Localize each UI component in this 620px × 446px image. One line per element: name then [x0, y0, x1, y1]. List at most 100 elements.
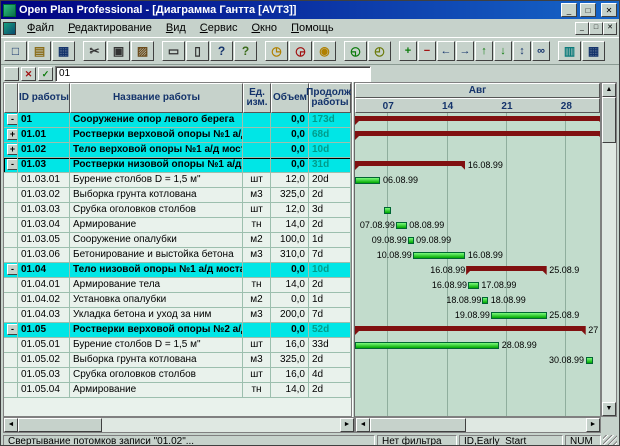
table-row[interactable]: -01.05Ростверки верховой опоры №2 а/д0,0… — [4, 323, 351, 338]
table-scroll-right-button[interactable]: ► — [340, 418, 354, 432]
table-row[interactable]: 01.05.04Армированиетн14,02d — [4, 383, 351, 398]
move-up-button[interactable]: ↑ — [475, 41, 493, 61]
vertical-scrollbar[interactable]: ▲ ▼ — [601, 82, 617, 417]
table-row[interactable]: 01.04.03Укладка бетона и уход за нимм320… — [4, 308, 351, 323]
table-row[interactable]: 01.03.03Срубка оголовков столбовшт12,03d — [4, 203, 351, 218]
close-button[interactable]: ✕ — [601, 3, 617, 17]
table-row[interactable]: -01.03Ростверки низовой опоры №1 а/д м0,… — [4, 158, 351, 173]
outdent-button[interactable]: ← — [437, 41, 455, 61]
collapse-icon[interactable]: - — [7, 324, 18, 335]
delete-activity-button[interactable]: − — [418, 41, 436, 61]
summary-bar[interactable] — [355, 116, 600, 125]
vertical-scroll-thumb[interactable] — [602, 97, 616, 143]
cell-edit-input[interactable] — [55, 66, 371, 82]
menu-item-5[interactable]: Помощь — [284, 21, 341, 35]
open-button[interactable]: ▤ — [28, 41, 51, 61]
summary-bar[interactable] — [355, 131, 600, 140]
collapse-icon[interactable]: - — [7, 159, 18, 170]
scroll-up-button[interactable]: ▲ — [602, 83, 616, 97]
child-restore-button[interactable]: □ — [589, 22, 603, 35]
table-row[interactable]: 01.04.02Установка опалубким20,01d — [4, 293, 351, 308]
add-activity-button[interactable]: + — [399, 41, 417, 61]
resize-grip[interactable] — [603, 435, 617, 446]
paste-button[interactable]: ▨ — [131, 41, 154, 61]
table-row[interactable]: 01.03.04Армированиетн14,02d — [4, 218, 351, 233]
table-row[interactable]: -01.04Тело низовой опоры №1 а/д моста0,0… — [4, 263, 351, 278]
table-row[interactable]: 01.05.03Срубка оголовков столбовшт16,04d — [4, 368, 351, 383]
table-row[interactable]: 01.03.01Бурение столбов D = 1,5 м"шт12,0… — [4, 173, 351, 188]
baseline-button[interactable]: ◴ — [368, 41, 391, 61]
help-button[interactable]: ? — [210, 41, 233, 61]
table-row[interactable]: 01.03.02Выборка грунта котлованам3325,02… — [4, 188, 351, 203]
table-row[interactable]: +01.01Ростверки верховой опоры №1 а/д0,0… — [4, 128, 351, 143]
summary-bar[interactable] — [466, 266, 547, 275]
table-row[interactable]: -01Сооружение опор левого берега0,0173d — [4, 113, 351, 128]
maximize-button[interactable]: □ — [580, 3, 596, 17]
link-button[interactable]: ∞ — [532, 41, 550, 61]
table-scroll-track[interactable] — [102, 418, 340, 432]
gantt-horizontal-scrollbar[interactable]: ◄ ► — [355, 417, 601, 433]
table-row[interactable]: 01.04.01Армирование телатн14,02d — [4, 278, 351, 293]
print-preview-button[interactable]: ▯ — [186, 41, 209, 61]
document-icon[interactable] — [3, 22, 16, 35]
task-bar[interactable] — [408, 237, 414, 244]
new-button[interactable]: □ — [4, 41, 27, 61]
collapse-icon[interactable]: - — [7, 114, 18, 125]
indent-button[interactable]: → — [456, 41, 474, 61]
table-row[interactable]: 01.03.06Бетонирование и выстойка бетонам… — [4, 248, 351, 263]
context-help-button[interactable]: ? — [234, 41, 257, 61]
print-button[interactable]: ▭ — [162, 41, 185, 61]
expand-icon[interactable]: + — [7, 129, 18, 140]
edit-selector-button[interactable] — [4, 67, 19, 81]
task-bar[interactable] — [396, 222, 407, 229]
confirm-edit-button[interactable]: ✓ — [38, 67, 53, 81]
task-bar[interactable] — [355, 342, 499, 349]
expand-icon[interactable]: + — [7, 144, 18, 155]
activity-id: 01.04.01 — [18, 278, 70, 293]
menu-item-2[interactable]: Вид — [159, 21, 193, 35]
table-horizontal-scrollbar[interactable]: ◄ ► — [3, 417, 355, 433]
child-close-button[interactable]: ✕ — [603, 22, 617, 35]
cancel-edit-button[interactable]: ✕ — [21, 67, 36, 81]
gantt-scroll-track[interactable] — [466, 418, 586, 432]
collapse-icon[interactable]: - — [7, 264, 18, 275]
summary-bar[interactable] — [355, 161, 465, 170]
task-bar[interactable] — [491, 312, 547, 319]
table-row[interactable]: +01.02Тело верховой опоры №1 а/д моста0,… — [4, 143, 351, 158]
minimize-button[interactable]: _ — [561, 3, 577, 17]
task-bar[interactable] — [586, 357, 593, 364]
move-down-button[interactable]: ↓ — [494, 41, 512, 61]
gantt-scroll-left-button[interactable]: ◄ — [356, 418, 370, 432]
menu-item-4[interactable]: Окно — [244, 21, 284, 35]
menu-item-1[interactable]: Редактирование — [61, 21, 159, 35]
table-row[interactable]: 01.05.02Выборка грунта котлованам3325,02… — [4, 353, 351, 368]
task-bar[interactable] — [355, 177, 380, 184]
table-scroll-left-button[interactable]: ◄ — [4, 418, 18, 432]
summary-bar[interactable] — [355, 326, 586, 335]
gantt-scroll-thumb[interactable] — [370, 418, 466, 432]
task-bar[interactable] — [413, 252, 466, 259]
copy-button[interactable]: ▣ — [107, 41, 130, 61]
menu-item-0[interactable]: Файл — [20, 21, 61, 35]
cut-button[interactable]: ✂ — [83, 41, 106, 61]
scroll-down-button[interactable]: ▼ — [602, 402, 616, 416]
task-bar[interactable] — [384, 207, 392, 214]
table-row[interactable]: 01.05.01Бурение столбов D = 1,5 м"шт16,0… — [4, 338, 351, 353]
schedule-button[interactable]: ◵ — [344, 41, 367, 61]
table-row[interactable]: 01.03.05Сооружение опалубким2100,01d — [4, 233, 351, 248]
save-button[interactable]: ▦ — [52, 41, 75, 61]
expand-cell: - — [4, 263, 18, 278]
cost-analysis-button[interactable]: ◉ — [313, 41, 336, 61]
child-minimize-button[interactable]: _ — [575, 22, 589, 35]
gantt-scroll-right-button[interactable]: ► — [586, 418, 600, 432]
spreadsheet-view-button[interactable]: ▦ — [582, 41, 605, 61]
time-analysis-button[interactable]: ◷ — [265, 41, 288, 61]
table-scroll-thumb[interactable] — [18, 418, 102, 432]
gantt-view-button[interactable]: ▥ — [558, 41, 581, 61]
menu-item-3[interactable]: Сервис — [193, 21, 245, 35]
task-bar[interactable] — [482, 297, 488, 304]
vertical-scroll-track[interactable] — [602, 143, 616, 402]
task-bar[interactable] — [468, 282, 479, 289]
expand-collapse-button[interactable]: ↕ — [513, 41, 531, 61]
resource-analysis-button[interactable]: ◶ — [289, 41, 312, 61]
